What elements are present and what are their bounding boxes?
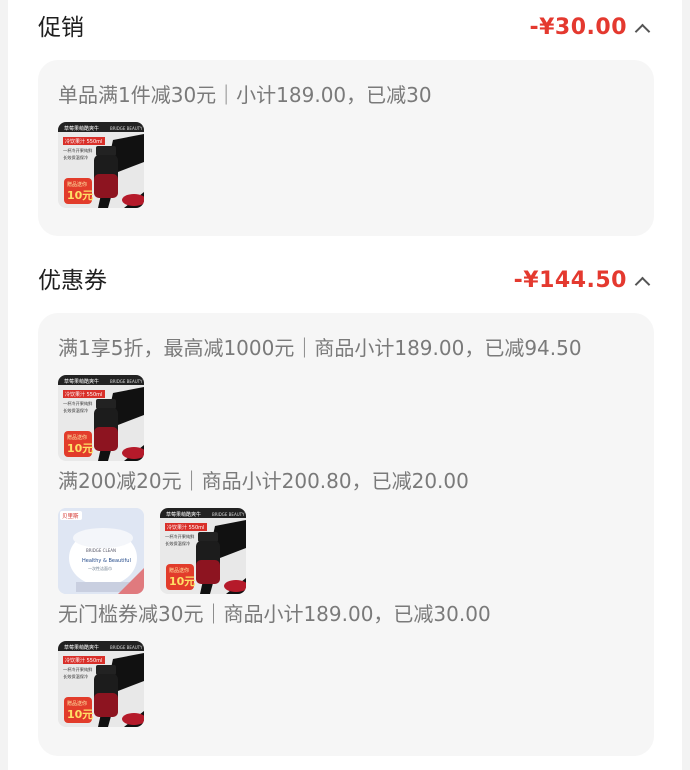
thumb-header: 草莓果萌酷爽牛: [64, 125, 99, 132]
towel-thumbnail-image: 贝里斯 BRIDGE CLEAN Healthy & Beautiful 一次性…: [58, 508, 144, 594]
promotion-header[interactable]: 促销 -¥30.00: [0, 8, 690, 48]
thumb-badge-top: 赠品送你: [67, 181, 87, 188]
product-thumbnail[interactable]: 草莓果萌酷爽牛 BRIDGE BEAUTY 冷饮果汁 550ml 一杯冷开果纯鲜…: [58, 122, 144, 208]
towel-brand-badge: 贝里斯: [62, 512, 79, 520]
svg-text:一杯冷开果纯鲜: 一杯冷开果纯鲜: [165, 533, 195, 540]
towel-pack-text: Healthy & Beautiful: [82, 558, 131, 564]
svg-text:10元: 10元: [67, 442, 93, 455]
towel-sub-text: 一次性洁面巾: [88, 565, 112, 571]
coupon-card: 满1享5折，最高减1000元｜商品小计189.00，已减94.50 草莓果萌酷爽…: [38, 313, 654, 756]
promotion-card: 单品满1件减30元｜小计189.00，已减30 草莓果萌酷爽牛 BRIDGE B…: [38, 60, 654, 236]
product-thumbnail-image: 草莓果萌酷爽牛 BRIDGE BEAUTY 冷饮果汁 550ml 一杯冷开果纯鲜…: [58, 375, 144, 461]
svg-text:BRIDGE BEAUTY: BRIDGE BEAUTY: [212, 512, 245, 517]
svg-text:一杯冷开果纯鲜: 一杯冷开果纯鲜: [63, 400, 93, 407]
coupon-amount: -¥144.50: [513, 268, 627, 293]
coupon-title: 优惠券: [38, 268, 107, 294]
product-thumbnail-image: 草莓果萌酷爽牛 BRIDGE BEAUTY 冷饮果汁 550ml 一杯冷开果纯鲜…: [160, 508, 246, 594]
svg-text:冷饮果汁 550ml: 冷饮果汁 550ml: [65, 657, 102, 664]
thumb-badge-value: 10元: [67, 189, 93, 202]
promotion-title: 促销: [38, 15, 84, 41]
coupon-header[interactable]: 优惠券 -¥144.50: [0, 261, 690, 301]
svg-text:赠品送你: 赠品送你: [67, 700, 87, 707]
product-thumbnail-image: 草莓果萌酷爽牛 BRIDGE BEAUTY 冷饮果汁 550ml 一杯冷开果纯鲜…: [58, 122, 144, 208]
svg-text:一杯冷开果纯鲜: 一杯冷开果纯鲜: [63, 666, 93, 673]
svg-text:草莓果萌酷爽牛: 草莓果萌酷爽牛: [166, 511, 201, 518]
svg-text:冷饮果汁 550ml: 冷饮果汁 550ml: [65, 391, 102, 398]
svg-text:10元: 10元: [67, 708, 93, 721]
svg-text:BRIDGE BEAUTY: BRIDGE BEAUTY: [110, 379, 143, 384]
coupon-line-3: 无门槛券减30元｜商品小计189.00，已减30.00: [58, 602, 491, 626]
chevron-up-icon[interactable]: [634, 23, 651, 39]
svg-text:草莓果萌酷爽牛: 草莓果萌酷爽牛: [64, 644, 99, 651]
thumb-brand: BRIDGE BEAUTY: [110, 126, 143, 131]
right-edge: [682, 0, 690, 770]
svg-text:长效保温保冷: 长效保温保冷: [63, 407, 88, 414]
promotion-amount: -¥30.00: [529, 15, 627, 40]
promotion-rule-line: 单品满1件减30元｜小计189.00，已减30: [58, 83, 432, 107]
product-thumbnail-image: 草莓果萌酷爽牛 BRIDGE BEAUTY 冷饮果汁 550ml 一杯冷开果纯鲜…: [58, 641, 144, 727]
coupon-amount-toggle[interactable]: -¥144.50: [513, 267, 651, 295]
towel-thumbnail[interactable]: 贝里斯 BRIDGE CLEAN Healthy & Beautiful 一次性…: [58, 508, 144, 594]
product-thumbnail[interactable]: 草莓果萌酷爽牛 BRIDGE BEAUTY 冷饮果汁 550ml 一杯冷开果纯鲜…: [160, 508, 246, 594]
svg-text:BRIDGE BEAUTY: BRIDGE BEAUTY: [110, 645, 143, 650]
product-thumbnail[interactable]: 草莓果萌酷爽牛 BRIDGE BEAUTY 冷饮果汁 550ml 一杯冷开果纯鲜…: [58, 641, 144, 727]
product-thumbnail[interactable]: 草莓果萌酷爽牛 BRIDGE BEAUTY 冷饮果汁 550ml 一杯冷开果纯鲜…: [58, 375, 144, 461]
svg-text:长效保温保冷: 长效保温保冷: [165, 540, 190, 547]
towel-logo: BRIDGE CLEAN: [86, 548, 116, 553]
thumb-bullet2: 长效保温保冷: [63, 154, 88, 161]
svg-text:长效保温保冷: 长效保温保冷: [63, 673, 88, 680]
thumb-tag: 冷饮果汁 550ml: [65, 138, 102, 145]
chevron-up-icon[interactable]: [634, 276, 651, 292]
svg-text:赠品送你: 赠品送你: [169, 567, 189, 574]
coupon-line-1: 满1享5折，最高减1000元｜商品小计189.00，已减94.50: [58, 336, 582, 360]
left-edge: [0, 0, 8, 770]
svg-text:10元: 10元: [169, 575, 195, 588]
svg-text:赠品送你: 赠品送你: [67, 434, 87, 441]
promotion-amount-toggle[interactable]: -¥30.00: [529, 14, 651, 42]
thumb-bullet1: 一杯冷开果纯鲜: [63, 147, 93, 154]
svg-text:冷饮果汁 550ml: 冷饮果汁 550ml: [167, 524, 204, 531]
coupon-line-2: 满200减20元｜商品小计200.80，已减20.00: [58, 469, 469, 493]
svg-text:草莓果萌酷爽牛: 草莓果萌酷爽牛: [64, 378, 99, 385]
